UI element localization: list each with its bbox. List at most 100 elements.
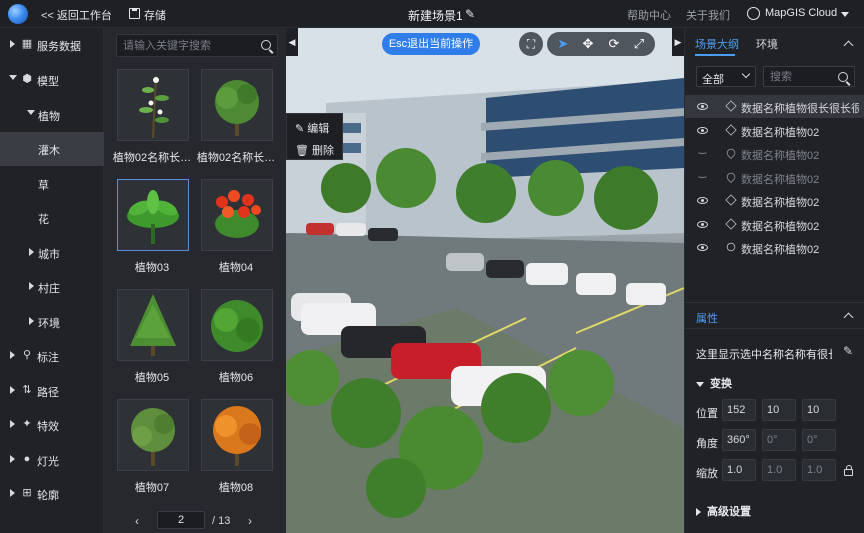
rotation-y-field[interactable]: 0° (762, 429, 796, 451)
model-thumb[interactable] (117, 289, 189, 361)
scale-z-field[interactable]: 1.0 (802, 459, 836, 481)
model-thumb[interactable] (117, 69, 189, 141)
tree-row[interactable]: 数据名称植物02 (685, 119, 864, 142)
nav-item-service-data[interactable]: ▦ 服务数据 (0, 28, 104, 62)
tree-row-label: 数据名称植物02 (741, 174, 820, 186)
context-delete-item[interactable]: 🗑 删除 (295, 142, 334, 158)
page-total: / 13 (212, 515, 231, 527)
rotate-icon[interactable]: ⟳ (602, 32, 626, 56)
select-cursor-icon[interactable]: ➤ (551, 32, 575, 56)
position-z-field[interactable]: 10 (802, 399, 836, 421)
user-menu[interactable]: MapGIS Cloud (765, 7, 837, 19)
lock-icon[interactable] (844, 465, 853, 476)
chevron-down-icon (741, 69, 751, 79)
prev-page-button[interactable]: ‹ (135, 514, 139, 528)
pencil-icon: ✎ (295, 123, 308, 135)
outline-search-box[interactable] (763, 66, 855, 87)
properties-header: 属性 (685, 302, 864, 329)
tree-row[interactable]: 数据名称植物02 (685, 189, 864, 212)
tree-row[interactable]: 数据名称植物02 (685, 166, 864, 189)
tree-row[interactable]: 数据名称植物02 (685, 236, 864, 259)
outline-icon: ⊞ (22, 487, 32, 499)
scale-icon[interactable]: ⤢ (627, 32, 651, 56)
nav-label: 标注 (37, 352, 59, 364)
scale-label: 缩放 (696, 468, 718, 480)
collapse-left-panel-button[interactable]: ◀ (286, 28, 298, 56)
model-search-input[interactable] (123, 38, 253, 54)
save-button[interactable]: 存储 (144, 7, 166, 23)
nav-item-effects[interactable]: ✦ 特效 (0, 408, 104, 442)
eye-icon[interactable] (697, 103, 708, 110)
model-thumb[interactable] (201, 69, 273, 141)
chevron-down-icon[interactable] (841, 12, 849, 17)
search-icon[interactable] (261, 40, 271, 50)
chevron-up-icon[interactable] (843, 312, 854, 323)
collapse-right-panel-button[interactable]: ▶ (672, 28, 684, 56)
nav-item-city[interactable]: 城市 (0, 236, 104, 270)
position-y-field[interactable]: 10 (762, 399, 796, 421)
model-thumb[interactable] (117, 179, 189, 251)
eye-closed-icon[interactable] (697, 149, 708, 154)
help-center-link[interactable]: 帮助中心 (627, 7, 671, 23)
nav-item-plant[interactable]: 植物 (0, 98, 104, 132)
nav-item-lighting[interactable]: ● 灯光 (0, 443, 104, 477)
nav-item-annotation[interactable]: ⚲ 标注 (0, 339, 104, 373)
model-thumb-caption: 植物03 (134, 262, 170, 274)
back-to-workbench-link[interactable]: << 返回工作台 (41, 7, 112, 23)
nav-item-outline[interactable]: ⊞ 轮廓 (0, 477, 104, 511)
autumn-tree-thumbnail-icon (213, 406, 261, 466)
search-icon[interactable] (838, 72, 848, 82)
fullscreen-icon[interactable]: ⛶ (519, 32, 543, 56)
edit-title-icon[interactable]: ✎ (465, 7, 475, 21)
tree-row[interactable]: 数据名称植物很长很长很长 (685, 95, 864, 118)
nav-item-shrub[interactable]: 灌木 (0, 132, 104, 166)
eye-icon[interactable] (697, 127, 708, 134)
eye-icon[interactable] (697, 197, 708, 204)
flower-thumbnail-icon (215, 190, 261, 238)
esc-exit-operation-button[interactable]: Esc退出当前操作 (382, 33, 480, 55)
nav-item-path[interactable]: ⇅ 路径 (0, 374, 104, 408)
rotation-x-field[interactable]: 360° (722, 429, 756, 451)
filter-select[interactable]: 全部 (696, 66, 756, 87)
rotation-z-field[interactable]: 0° (802, 429, 836, 451)
nav-item-model[interactable]: ⬢ 模型 (0, 63, 104, 97)
model-thumb[interactable] (201, 399, 273, 471)
edit-icon[interactable]: ✎ (843, 344, 853, 358)
model-thumb[interactable] (201, 289, 273, 361)
tree-row[interactable]: 数据名称植物02 (685, 142, 864, 165)
pin-icon (724, 146, 738, 160)
model-search-box[interactable] (116, 34, 278, 57)
scale-x-field[interactable]: 1.0 (722, 459, 756, 481)
nav-item-village[interactable]: 村庄 (0, 270, 104, 304)
transform-section-toggle[interactable]: 变换 (696, 375, 732, 391)
position-x-field[interactable]: 152 (722, 399, 756, 421)
eye-closed-icon[interactable] (697, 173, 708, 178)
scene-title: 新建场景1 (408, 9, 463, 23)
eye-icon[interactable] (697, 244, 708, 251)
next-page-button[interactable]: › (248, 514, 252, 528)
chevron-right-icon (29, 248, 34, 256)
nav-item-environment[interactable]: 环境 (0, 305, 104, 339)
move-icon[interactable]: ✥ (576, 32, 600, 56)
model-thumb[interactable] (201, 179, 273, 251)
advanced-settings-toggle[interactable]: 高级设置 (696, 503, 751, 519)
chevron-right-icon (29, 317, 34, 325)
tab-scene-outline[interactable]: 场景大纲 (695, 36, 739, 52)
eye-icon[interactable] (697, 221, 708, 228)
save-icon[interactable] (129, 8, 140, 19)
scale-y-field[interactable]: 1.0 (762, 459, 796, 481)
tab-environment[interactable]: 环境 (756, 36, 778, 52)
3d-viewport[interactable]: ◀ ▶ Esc退出当前操作 ⛶ ➤ ✥ ⟳ ⤢ (286, 28, 684, 533)
shrub-thumbnail-icon (211, 300, 263, 352)
nav-item-flower[interactable]: 花 (0, 201, 104, 235)
tree-row[interactable]: 数据名称植物02 (685, 213, 864, 236)
chevron-up-icon[interactable] (843, 40, 854, 51)
model-thumb[interactable] (117, 399, 189, 471)
about-us-link[interactable]: 关于我们 (686, 7, 730, 23)
outline-search-input[interactable] (770, 70, 830, 84)
page-number-input[interactable] (157, 511, 205, 529)
user-icon[interactable] (747, 7, 760, 20)
context-edit-item[interactable]: ✎ 编辑 (295, 120, 329, 136)
nav-item-grass[interactable]: 草 (0, 167, 104, 201)
tree-row-label: 数据名称植物02 (741, 197, 820, 209)
